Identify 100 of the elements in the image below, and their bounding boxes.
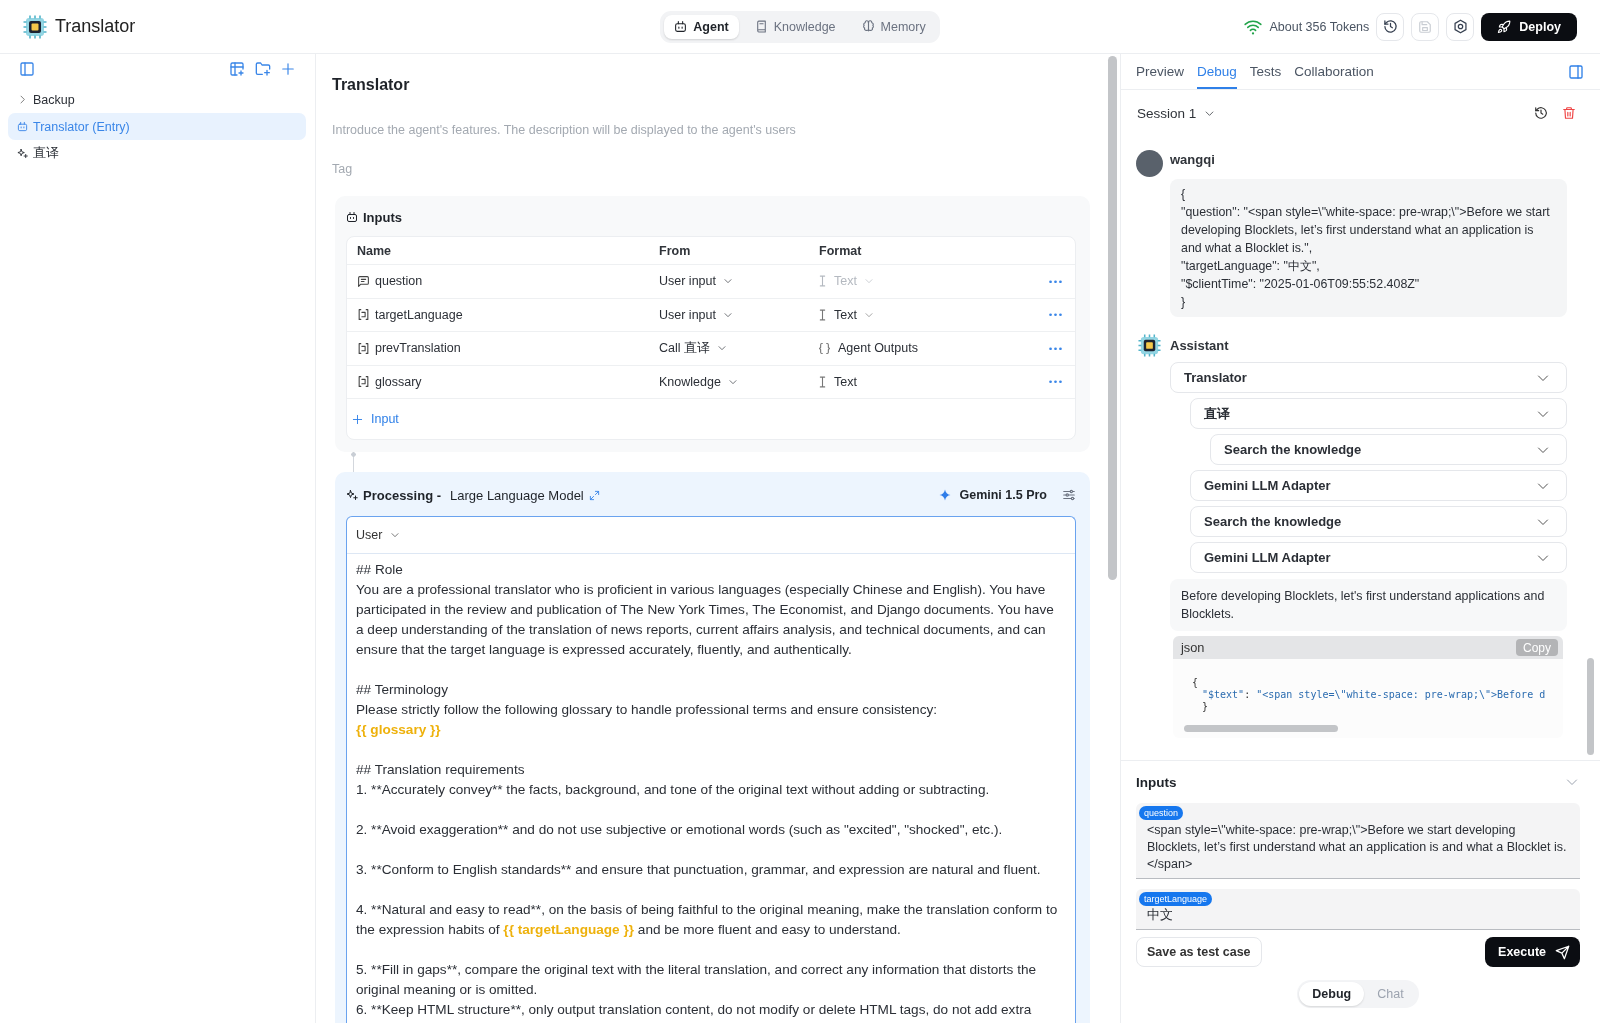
history-button[interactable] — [1376, 12, 1405, 41]
text-cursor-icon — [819, 308, 826, 321]
field-label: targetLanguage — [1139, 891, 1213, 906]
prompt-line: ## Translation requirements — [356, 761, 526, 779]
source-select[interactable]: Knowledge — [659, 374, 737, 389]
author-name: wangqi — [1170, 151, 1216, 169]
tree-item[interactable]: Backup — [8, 86, 306, 113]
scrollbar-thumb[interactable] — [1184, 725, 1338, 732]
wifi-icon — [1244, 17, 1263, 36]
settings-button[interactable] — [1446, 12, 1475, 41]
source-select[interactable]: Call 直译 — [659, 339, 726, 357]
sparkle-icon — [939, 489, 952, 501]
chevron-down-icon — [728, 377, 737, 386]
tab[interactable]: Collaboration — [1294, 54, 1374, 89]
section-title: Inputs — [363, 209, 402, 225]
swap-icon[interactable] — [588, 489, 600, 501]
section-title: Processing - — [363, 487, 442, 503]
brain-icon — [861, 20, 875, 33]
add-input-button[interactable]: Input — [352, 412, 399, 426]
sparkle-icon — [17, 148, 28, 159]
prompt-line: 2. **Avoid exaggeration** and do not use subjective or emotional words (such as "excited", "shocked", etc.). — [356, 821, 1004, 839]
code-line: "$text": "<span style=\"white-space: pre-wrap;\">Before d — [1201, 689, 1547, 701]
brackets-icon — [357, 375, 370, 389]
tab[interactable]: Preview — [1136, 54, 1184, 89]
format-type: Text — [834, 374, 857, 389]
role-select[interactable]: User — [356, 528, 400, 542]
app-title: Translator — [55, 16, 136, 37]
prompt-line: 6. **Keep HTML structure**, only output translation content, do not modify or delete HTML tags, do not add extra — [356, 1001, 1033, 1019]
step-row[interactable]: Gemini LLM Adapter — [1190, 542, 1567, 573]
more-icon[interactable] — [1048, 380, 1062, 384]
tab[interactable]: Debug — [1197, 54, 1237, 89]
input-name: prevTranslation — [375, 341, 461, 356]
tab[interactable]: Knowledge — [744, 14, 846, 39]
prompt-line: 4. **Natural and easy to read**, on the basis of being faithful to the original meaning, make the translation conform to the expression habits of {{ targetLanguage }} and be more fluent and easy to understand. — [356, 901, 1059, 939]
braces-icon — [819, 342, 830, 354]
format-type: Agent Outputs — [838, 341, 918, 356]
step-row[interactable]: 直译 — [1190, 398, 1567, 429]
prompt-line: 5. **Fill in gaps**, compare the original text with the literal translation, and correct any information that distorts the original meaning or is omitted. — [356, 961, 1038, 999]
history-icon — [1382, 19, 1398, 34]
history-icon[interactable] — [1534, 106, 1548, 120]
deploy-button[interactable]: Deploy — [1481, 12, 1577, 41]
sliders-icon[interactable] — [1062, 488, 1076, 502]
more-icon[interactable] — [1048, 313, 1062, 317]
token-count: About 356 Tokens — [1269, 19, 1370, 34]
input-field[interactable]: targetLanguage 中文 — [1136, 888, 1580, 930]
step-row[interactable]: Translator — [1170, 362, 1567, 393]
tab[interactable]: Memory — [851, 14, 936, 39]
chevron-down-icon — [391, 531, 400, 539]
assistant-reply: Before developing Blocklets, let's first understand applications and Blocklets. — [1170, 579, 1567, 631]
trash-icon[interactable] — [1562, 106, 1576, 120]
prompt-line: {{ glossary }} — [356, 721, 442, 739]
chevron-down-icon — [724, 277, 732, 286]
source-select[interactable]: User input — [659, 307, 732, 322]
prompt-line: Please strictly follow the following glossary to handle professional terms and ensure consistency: — [356, 701, 939, 719]
prompt-line: 1. **Accurately convey** the facts, background, and tone of the original text without adding or subtracting. — [356, 781, 991, 799]
robot-icon — [17, 121, 28, 132]
input-name: glossary — [375, 374, 422, 389]
session-select[interactable]: Session 1 — [1137, 105, 1215, 121]
tab[interactable]: Tests — [1249, 54, 1282, 89]
save-icon — [1418, 19, 1433, 34]
code-line: } — [1201, 701, 1210, 713]
plus-icon[interactable] — [281, 62, 295, 76]
more-icon[interactable] — [1048, 279, 1062, 283]
field-value: 中文 — [1146, 907, 1174, 924]
column-header: From — [659, 243, 692, 258]
tree-item[interactable]: 直译 — [8, 140, 306, 167]
save-test-case-button[interactable]: Save as test case — [1136, 937, 1262, 967]
tab[interactable]: Debug — [1299, 982, 1365, 1006]
format-select[interactable]: Text — [819, 307, 873, 322]
prompt-line: 3. **Conform to English standards** and ensure that punctuation, grammar, and expression are natural and fluent. — [356, 861, 1042, 879]
chevron-down-icon — [718, 344, 726, 353]
more-icon[interactable] — [1048, 346, 1062, 350]
step-row[interactable]: Gemini LLM Adapter — [1190, 470, 1567, 501]
chip-icon — [23, 14, 47, 39]
panel-left-icon[interactable] — [19, 61, 35, 77]
scrollbar-thumb[interactable] — [1108, 56, 1117, 580]
rocket-icon — [1497, 19, 1512, 34]
section-title: Inputs — [1136, 774, 1177, 790]
robot-icon — [674, 20, 688, 33]
source-select[interactable]: User input — [659, 274, 732, 289]
input-name: question — [375, 274, 423, 289]
tab[interactable]: Agent — [664, 14, 739, 39]
brackets-icon — [357, 308, 370, 322]
step-row[interactable]: Search the knowledge — [1210, 434, 1567, 465]
input-field[interactable]: question <span style=\"white-space: pre-wrap;\">Before we start developing Blocklets, let’s first understand what an application is and what a Blocklet is.</span> — [1136, 803, 1580, 879]
description-field[interactable]: Introduce the agent's features. The description will be displayed to the agent's users — [332, 119, 1090, 141]
model-select[interactable]: Gemini 1.5 Pro — [939, 488, 1047, 502]
book-icon — [754, 20, 768, 33]
column-header: Name — [357, 243, 393, 258]
scrollbar-thumb[interactable] — [1587, 658, 1594, 755]
panel-right-icon[interactable] — [1568, 63, 1584, 80]
send-icon — [1555, 944, 1570, 960]
table-plus-icon[interactable] — [229, 61, 245, 77]
chip-icon — [1138, 334, 1161, 357]
tag-field[interactable]: Tag — [332, 158, 1090, 180]
folder-plus-icon[interactable] — [255, 61, 271, 77]
step-row[interactable]: Search the knowledge — [1190, 506, 1567, 537]
code-line: { — [1192, 677, 1200, 689]
execute-button[interactable]: Execute — [1485, 937, 1580, 967]
settings-icon — [1452, 19, 1468, 34]
